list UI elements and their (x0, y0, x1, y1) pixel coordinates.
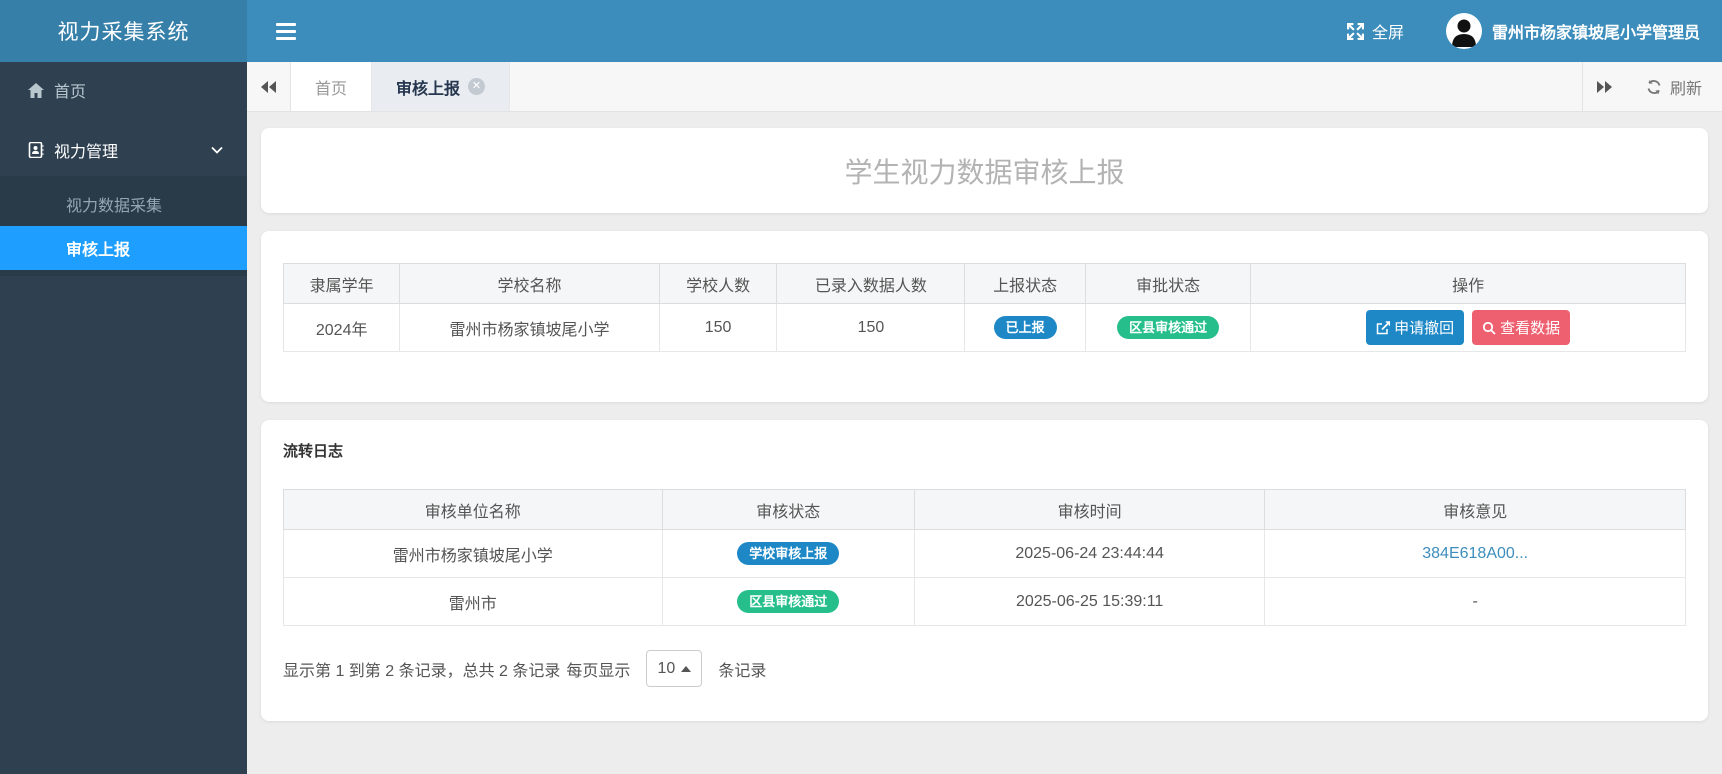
sidebar-item-label: 视力数据采集 (66, 198, 163, 215)
tab-home[interactable]: 首页 (291, 62, 373, 111)
pagination-summary: 显示第 1 到第 2 条记录，总共 2 条记录 (283, 662, 561, 680)
refresh-icon (1646, 79, 1662, 95)
cell-review-time: 2025-06-24 23:44:44 (913, 529, 1266, 578)
tab-label: 审核上报 (396, 80, 461, 98)
app-logo: 视力采集系统 (0, 0, 247, 62)
content: 学生视力数据审核上报 隶属学年 学校名称 学校人数 已录入数据人数 上报状态 审… (247, 112, 1722, 774)
cell-school-name: 雷州市杨家镇坡尾小学 (399, 303, 660, 352)
pagination: 显示第 1 到第 2 条记录，总共 2 条记录 每页显示 10 条记录 (283, 650, 1686, 687)
page-title: 学生视力数据审核上报 (844, 156, 1125, 188)
status-badge: 区县审核通过 (1117, 315, 1220, 340)
cell-review-time: 2025-06-25 15:39:11 (913, 577, 1266, 626)
fullscreen-icon (1346, 22, 1364, 40)
avatar (1445, 13, 1482, 49)
sidebar: 首页 视力管理 视力数据采集 审核上报 (0, 62, 247, 774)
log-section-title: 流转日志 (283, 443, 344, 460)
main-area: 首页 审核上报 ✕ 刷新 学生视力数据审核上报 隶属学年 学校名称 学校人数 已… (247, 62, 1722, 774)
refresh-button[interactable]: 刷新 (1626, 62, 1722, 111)
report-table: 隶属学年 学校名称 学校人数 已录入数据人数 上报状态 审批状态 操作 2024… (282, 263, 1686, 352)
sidebar-item-data-collection[interactable]: 视力数据采集 (0, 182, 247, 226)
column-header: 审核时间 (913, 489, 1266, 530)
column-header: 审批状态 (1084, 263, 1252, 304)
sidebar-item-home[interactable]: 首页 (0, 62, 247, 118)
log-card: 流转日志 审核单位名称 审核状态 审核时间 审核意见 雷州市杨家镇坡尾小学 学校… (261, 420, 1708, 721)
refresh-label: 刷新 (1669, 80, 1702, 98)
table-row: 2024年 雷州市杨家镇坡尾小学 150 150 已上报 区县审核通过 申请撤回 (282, 303, 1686, 352)
cell-unit-name: 雷州市杨家镇坡尾小学 (283, 529, 663, 578)
column-header: 审核状态 (661, 489, 915, 530)
cell-unit-name: 雷州市 (283, 577, 663, 626)
table-row: 雷州市杨家镇坡尾小学 学校审核上报 2025-06-24 23:44:44 38… (283, 529, 1686, 578)
column-header: 审核意见 (1264, 489, 1686, 530)
fullscreen-button[interactable]: 全屏 (1346, 19, 1404, 43)
cell-student-count: 150 (658, 303, 778, 352)
caret-up-icon (681, 665, 692, 672)
tabs-scroll-right-icon[interactable] (1581, 62, 1626, 111)
table-row: 雷州市 区县审核通过 2025-06-25 15:39:11 - (283, 577, 1686, 626)
report-table-card: 隶属学年 学校名称 学校人数 已录入数据人数 上报状态 审批状态 操作 2024… (261, 231, 1708, 402)
opinion-link[interactable]: 384E618A00... (1422, 545, 1528, 562)
per-page-prefix: 每页显示 (566, 662, 631, 680)
sidebar-toggle-icon[interactable] (261, 0, 311, 62)
cell-entered-count: 150 (776, 303, 966, 352)
column-header: 操作 (1250, 263, 1686, 304)
edit-icon (1376, 320, 1391, 335)
per-page-select[interactable]: 10 (646, 650, 703, 687)
withdraw-request-button[interactable]: 申请撤回 (1366, 310, 1465, 345)
status-badge: 已上报 (993, 315, 1057, 340)
cell-year: 2024年 (282, 303, 401, 352)
tab-review-report[interactable]: 审核上报 ✕ (372, 62, 511, 111)
home-icon (28, 82, 44, 98)
sidebar-item-label: 审核上报 (66, 242, 131, 259)
log-table: 审核单位名称 审核状态 审核时间 审核意见 雷州市杨家镇坡尾小学 学校审核上报 … (283, 489, 1686, 626)
sidebar-group-label: 视力管理 (54, 144, 119, 161)
column-header: 学校人数 (658, 263, 778, 304)
sidebar-item-label: 首页 (54, 84, 87, 101)
column-header: 已录入数据人数 (776, 263, 966, 304)
cell-opinion: - (1264, 577, 1686, 626)
tabbar: 首页 审核上报 ✕ 刷新 (247, 62, 1722, 112)
tabs-scroll-left-icon[interactable] (247, 62, 291, 111)
view-data-button[interactable]: 查看数据 (1472, 310, 1571, 345)
sidebar-group-vision[interactable]: 视力管理 (0, 124, 247, 176)
page-title-card: 学生视力数据审核上报 (261, 128, 1708, 213)
per-page-value: 10 (657, 659, 676, 677)
table-header-row: 审核单位名称 审核状态 审核时间 审核意见 (283, 489, 1686, 530)
search-icon (1482, 321, 1496, 335)
column-header: 隶属学年 (282, 263, 401, 304)
close-icon[interactable]: ✕ (468, 78, 486, 95)
column-header: 上报状态 (964, 263, 1086, 304)
status-badge: 学校审核上报 (737, 541, 840, 566)
tab-label: 首页 (315, 80, 348, 98)
status-badge: 区县审核通过 (737, 589, 840, 614)
user-name: 雷州市杨家镇坡尾小学管理员 (1491, 25, 1700, 42)
navbar: 全屏 雷州市杨家镇坡尾小学管理员 (247, 0, 1722, 62)
fullscreen-label: 全屏 (1371, 25, 1404, 42)
column-header: 审核单位名称 (283, 489, 663, 530)
topbar: 视力采集系统 全屏 雷州市杨家镇坡尾小学管理员 (0, 0, 1722, 62)
address-book-icon (28, 142, 44, 158)
sidebar-item-review-report[interactable]: 审核上报 (0, 226, 247, 270)
user-menu[interactable]: 雷州市杨家镇坡尾小学管理员 (1445, 13, 1700, 49)
table-header-row: 隶属学年 学校名称 学校人数 已录入数据人数 上报状态 审批状态 操作 (282, 263, 1686, 304)
column-header: 学校名称 (399, 263, 660, 304)
sidebar-submenu: 视力数据采集 审核上报 (0, 176, 247, 276)
chevron-down-icon (211, 146, 223, 154)
per-page-suffix: 条记录 (718, 662, 767, 680)
